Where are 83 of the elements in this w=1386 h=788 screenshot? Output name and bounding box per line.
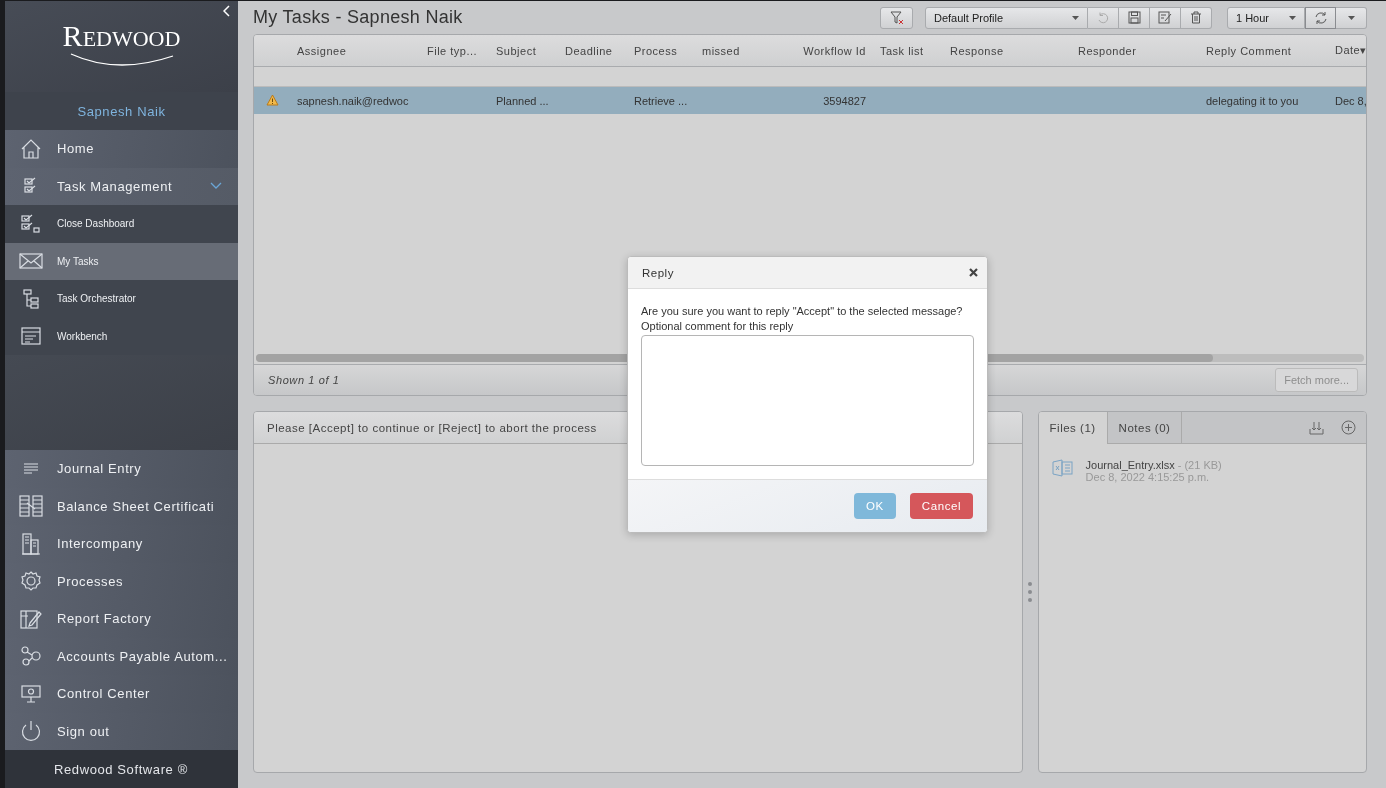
nav-item[interactable]: Accounts Payable Autom...	[5, 637, 238, 675]
undo-icon	[1097, 11, 1109, 24]
column-header[interactable]: File typ...	[419, 35, 488, 67]
nodes-icon	[20, 646, 42, 667]
nav-item[interactable]: Close Dashboard	[5, 205, 238, 243]
column-header[interactable]: Date▾	[1327, 35, 1366, 67]
task-message: Please [Accept] to continue or [Reject] to abort the process	[267, 421, 597, 434]
file-size: - (21 KB)	[1177, 459, 1222, 471]
table-cell: Dec 8,	[1327, 86, 1366, 114]
column-header[interactable]: Response	[942, 35, 1070, 67]
close-icon[interactable]	[969, 268, 978, 277]
trash-icon	[1190, 11, 1202, 24]
home-icon	[20, 137, 42, 160]
refresh-button[interactable]	[1305, 6, 1336, 29]
filter-icon	[889, 10, 904, 25]
column-header[interactable]: Workflow Id	[761, 35, 872, 67]
column-header[interactable]: Process	[626, 35, 694, 67]
table-cell: delegating it to you	[1198, 86, 1327, 114]
logo-text: REDWOOD	[62, 18, 181, 53]
window-icon	[21, 327, 41, 346]
column-header[interactable]: Assignee	[289, 35, 419, 67]
nav-item[interactable]: Sign out	[5, 712, 238, 750]
nav-item[interactable]: Processes	[5, 562, 238, 600]
dialog-button[interactable]: Cancel	[910, 493, 973, 519]
nav-item[interactable]: Report Factory	[5, 600, 238, 638]
nav-item[interactable]: Control Center	[5, 675, 238, 713]
checklist-icon	[20, 213, 42, 234]
column-header[interactable]: Responder	[1070, 35, 1198, 67]
ledger-icon	[19, 495, 43, 518]
column-header[interactable]: Reply Comment	[1198, 35, 1327, 67]
file-name[interactable]: Journal_Entry.xlsx	[1085, 459, 1175, 471]
tab[interactable]: Files (1)	[1038, 412, 1108, 444]
row-count: Shown 1 of 1	[268, 374, 340, 386]
file-date: Dec 8, 2022 4:15:25 p.m.	[1085, 471, 1211, 483]
edit-icon	[20, 608, 42, 629]
nav-item[interactable]: Workbench	[5, 317, 238, 355]
comment-label: Optional comment for this reply	[641, 319, 795, 334]
caret-icon	[1072, 15, 1079, 20]
building-icon	[21, 532, 41, 555]
nav-item[interactable]: Task Orchestrator	[5, 280, 238, 318]
profile-select[interactable]: Default Profile	[925, 6, 1088, 29]
user-name: Sapnesh Naik	[5, 92, 238, 130]
dialog-title: Reply	[642, 266, 674, 279]
power-icon	[20, 720, 42, 743]
nav-item[interactable]: Task Management	[5, 167, 238, 205]
gear-icon	[21, 571, 41, 592]
save-button[interactable]	[1119, 6, 1150, 29]
spreadsheet-file-icon	[1051, 459, 1074, 477]
download-icon[interactable]	[1309, 420, 1324, 435]
monitor-icon	[21, 683, 41, 704]
caret-icon	[1289, 15, 1296, 20]
table-cell: sapnesh.naik@redwoc	[289, 86, 419, 114]
column-header[interactable]: Deadline	[557, 35, 626, 67]
splitter-handle-icon[interactable]	[1028, 581, 1033, 603]
column-header[interactable]: missed	[694, 35, 761, 67]
add-icon[interactable]	[1341, 420, 1356, 435]
filter-button[interactable]	[880, 6, 913, 29]
mail-icon	[19, 252, 43, 271]
chevron-left-icon[interactable]	[223, 5, 231, 17]
column-header[interactable]: Subject	[488, 35, 557, 67]
save-icon	[1127, 11, 1141, 24]
table-cell: Planned ...	[488, 86, 557, 114]
table-cell: 3594827	[761, 86, 872, 114]
interval-select[interactable]: 1 Hour	[1227, 6, 1305, 29]
nav-item[interactable]: Home	[5, 130, 238, 168]
footer-text: Redwood Software ®	[5, 750, 238, 788]
nav-item[interactable]: My Tasks	[5, 242, 238, 280]
edit-icon	[1158, 11, 1172, 24]
comment-field[interactable]	[641, 335, 974, 466]
nav-item[interactable]: Balance Sheet Certificati	[5, 487, 238, 525]
table-cell: Retrieve ...	[626, 86, 694, 114]
lines-icon	[23, 461, 39, 476]
dialog-message: Are you sure you want to reply "Accept" to the selected message?	[641, 304, 964, 319]
nav-item[interactable]: Intercompany	[5, 525, 238, 563]
delete-button[interactable]	[1181, 6, 1212, 29]
warning-icon	[266, 93, 279, 106]
hierarchy-icon	[22, 288, 40, 309]
dropdown-button[interactable]	[1336, 6, 1367, 29]
page-title: My Tasks - Sapnesh Naik	[253, 7, 463, 28]
nav-item[interactable]: Journal Entry	[5, 450, 238, 488]
refresh-icon	[1313, 10, 1328, 25]
caret-icon	[1347, 15, 1355, 20]
column-header[interactable]: Task list	[872, 35, 942, 67]
